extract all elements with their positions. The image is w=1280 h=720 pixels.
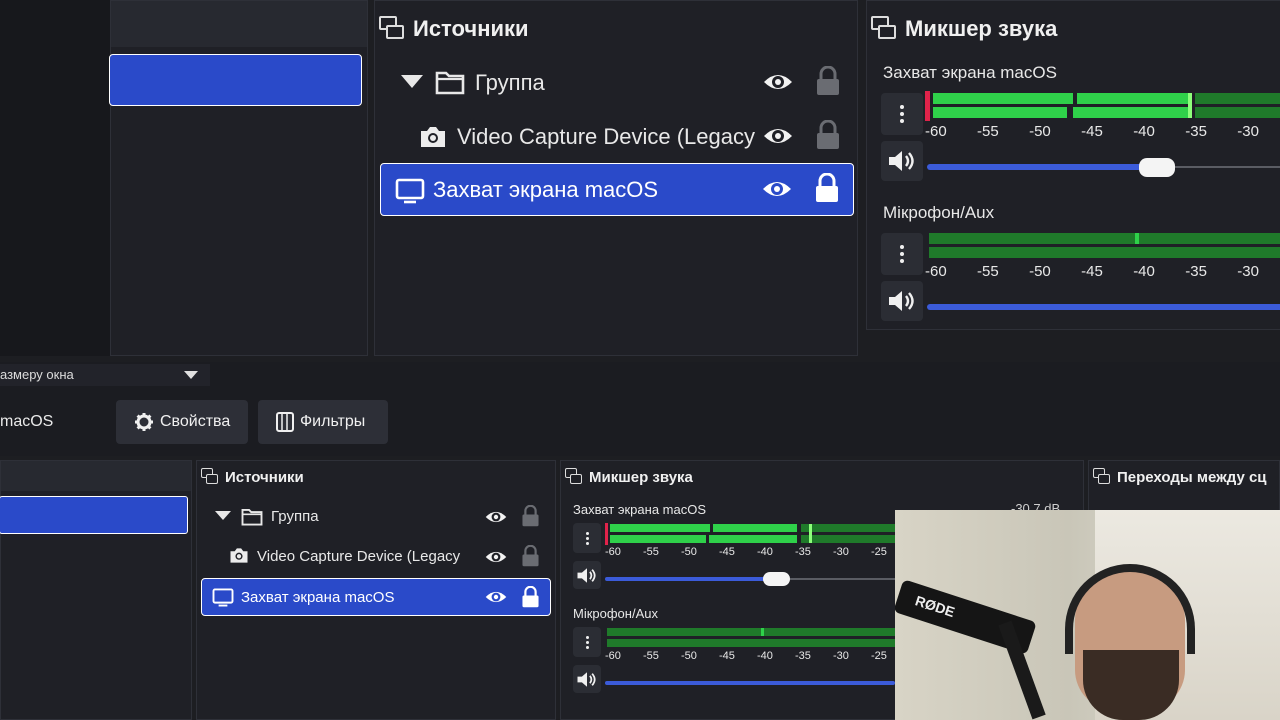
meter-scale: -60 -55 -50 -45 -40 -35 -30 -25	[605, 546, 887, 558]
person-beard	[1083, 650, 1179, 720]
source-label: Группа	[271, 508, 319, 525]
properties-button[interactable]: Свойства	[116, 400, 248, 444]
meter-scale: -60 -55 -50 -45 -40 -35 -30 -25	[605, 650, 887, 662]
dock-window-icon	[201, 468, 219, 486]
speaker-icon	[577, 567, 596, 583]
sources-panel-small: Источники Группа Video Capture Device (L…	[196, 460, 556, 720]
volume-slider[interactable]	[927, 164, 1157, 170]
source-label: Video Capture Device (Legacy	[457, 124, 755, 149]
mixer-title: Микшер звука	[905, 16, 1058, 41]
properties-label: Свойства	[160, 413, 231, 430]
mixer-header: Микшер звука	[871, 9, 1057, 49]
dock-window-icon	[871, 16, 897, 42]
collapse-arrow-icon[interactable]	[215, 511, 231, 520]
channel-menu-button[interactable]	[573, 523, 601, 553]
speaker-icon	[577, 671, 596, 687]
dock-window-icon	[565, 468, 583, 486]
transitions-title: Переходы между сц	[1117, 468, 1267, 486]
filters-label: Фильтры	[300, 413, 366, 430]
lock-icon[interactable]	[521, 586, 540, 608]
camera-icon	[230, 548, 248, 563]
volume-slider[interactable]	[605, 681, 895, 685]
source-name-label: macOS	[0, 413, 54, 430]
lock-icon[interactable]	[815, 120, 841, 150]
mic-brand-label: RØDE	[913, 592, 957, 621]
filters-button[interactable]: Фильтры	[258, 400, 388, 444]
source-label: Video Capture Device (Legacy	[257, 548, 461, 565]
webcam-overlay: RØDE	[895, 510, 1280, 720]
visibility-eye-icon[interactable]	[763, 124, 793, 148]
lock-icon[interactable]	[521, 545, 540, 567]
source-row-group[interactable]: Группа	[201, 499, 551, 533]
mixer-channel-name: Мікрофон/Aux	[573, 606, 658, 621]
gear-icon	[135, 413, 153, 431]
audio-meter	[925, 91, 1280, 121]
mixer-channel-name: Захват экрана macOS	[573, 502, 706, 517]
folder-icon	[435, 71, 465, 95]
collapse-arrow-icon[interactable]	[401, 75, 423, 88]
scenes-panel-small	[0, 460, 192, 720]
source-row-video-capture[interactable]: Video Capture Device (Legacy	[381, 111, 853, 163]
visibility-eye-icon[interactable]	[485, 548, 507, 566]
filter-icon	[276, 412, 294, 432]
mixer-header: Микшер звука	[565, 466, 693, 488]
mixer-channel-name: Мікрофон/Aux	[883, 203, 995, 222]
source-label: Захват экрана macOS	[433, 177, 659, 202]
source-row-screen-capture[interactable]: Захват экрана macOS	[201, 578, 551, 616]
lock-icon[interactable]	[521, 505, 540, 527]
scale-select[interactable]: азмеру окна	[0, 364, 210, 386]
lock-icon[interactable]	[814, 173, 840, 203]
transitions-header: Переходы между сц	[1093, 466, 1267, 488]
source-row-group[interactable]: Группа	[381, 57, 853, 109]
left-dark-strip	[0, 0, 110, 356]
volume-slider-knob[interactable]	[1139, 158, 1175, 177]
mute-speaker-button[interactable]	[573, 561, 601, 589]
source-label: Захват экрана macOS	[241, 589, 395, 606]
scene-item-selected[interactable]	[0, 496, 188, 534]
sources-title: Источники	[225, 468, 304, 486]
volume-slider[interactable]	[927, 304, 1280, 310]
monitor-icon	[395, 178, 425, 204]
mixer-title: Микшер звука	[589, 468, 693, 486]
dock-window-icon	[1093, 468, 1111, 486]
mute-speaker-button[interactable]	[881, 141, 923, 181]
speaker-icon	[889, 151, 914, 171]
speaker-icon	[889, 291, 914, 311]
sources-header: Источники	[379, 9, 529, 49]
mute-speaker-button[interactable]	[881, 281, 923, 321]
dock-window-icon	[379, 16, 405, 42]
monitor-icon	[212, 588, 234, 607]
visibility-eye-icon[interactable]	[763, 70, 793, 94]
meter-scale: -60 -55 -50 -45 -40 -35 -30	[925, 123, 1259, 140]
camera-icon	[421, 127, 445, 147]
sources-header: Источники	[201, 466, 304, 488]
source-row-video-capture[interactable]: Video Capture Device (Legacy	[201, 539, 551, 573]
visibility-eye-icon[interactable]	[485, 508, 507, 526]
scene-item-selected[interactable]	[109, 54, 362, 106]
channel-menu-button[interactable]	[573, 627, 601, 657]
channel-menu-button[interactable]	[881, 93, 923, 135]
scale-select-value: азмеру окна	[0, 367, 74, 382]
folder-icon	[241, 508, 263, 526]
mixer-channel-name: Захват экрана macOS	[883, 63, 1057, 82]
audio-meter	[605, 523, 895, 545]
mixer-panel: Микшер звука Захват экрана macOS -60 -55-…	[866, 0, 1280, 330]
audio-meter	[605, 627, 895, 649]
sources-title: Источники	[413, 16, 529, 41]
audio-meter	[925, 231, 1280, 261]
sources-panel: Источники Группа Video Capture Device (L…	[374, 0, 858, 356]
volume-slider-knob[interactable]	[763, 572, 790, 586]
scenes-panel	[109, 0, 368, 356]
volume-slider[interactable]	[605, 577, 775, 581]
scenes-header	[111, 1, 367, 47]
source-label: Группа	[475, 70, 545, 95]
meter-scale: -60 -55 -50 -45 -40 -35 -30	[925, 263, 1259, 280]
mute-speaker-button[interactable]	[573, 665, 601, 693]
visibility-eye-icon[interactable]	[762, 177, 792, 201]
channel-menu-button[interactable]	[881, 233, 923, 275]
chevron-down-icon	[184, 371, 198, 379]
source-row-screen-capture[interactable]: Захват экрана macOS	[380, 163, 854, 216]
lock-icon[interactable]	[815, 66, 841, 96]
visibility-eye-icon[interactable]	[485, 588, 507, 606]
